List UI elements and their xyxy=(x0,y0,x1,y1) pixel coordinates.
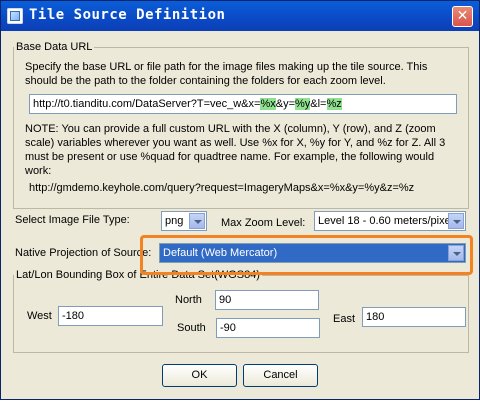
chevron-down-icon[interactable] xyxy=(448,213,464,229)
chevron-down-icon[interactable] xyxy=(189,213,205,229)
cancel-button[interactable]: Cancel xyxy=(243,364,318,387)
base-url-input[interactable]: http://t0.tianditu.com/DataServer?T=vec_… xyxy=(29,94,457,114)
north-input[interactable]: 90 xyxy=(215,290,319,310)
url-part: http://t0.tianditu.com/DataServer?T=vec_… xyxy=(33,98,261,110)
projection-label: Native Projection of Source: xyxy=(15,247,152,259)
url-note: NOTE: You can provide a full custom URL … xyxy=(25,123,446,177)
south-input[interactable]: -90 xyxy=(216,318,320,338)
max-zoom-label: Max Zoom Level: xyxy=(221,217,306,229)
dialog-window: Tile Source Definition ✕ Base Data URL S… xyxy=(0,0,480,400)
url-example: http://gmdemo.keyhole.com/query?request=… xyxy=(29,182,415,194)
highlight-annotation xyxy=(140,235,473,275)
url-z-placeholder: %z xyxy=(326,98,342,110)
max-zoom-value: Level 18 - 0.60 meters/pixe xyxy=(318,215,451,227)
url-part: &l= xyxy=(310,98,327,110)
url-part: &y= xyxy=(275,98,295,110)
app-icon xyxy=(7,8,23,24)
east-label: East xyxy=(333,313,356,325)
window-title: Tile Source Definition xyxy=(29,7,226,23)
west-input[interactable]: -180 xyxy=(58,306,163,326)
close-button[interactable]: ✕ xyxy=(452,6,473,27)
image-file-type-select[interactable]: png xyxy=(161,211,207,231)
url-x-placeholder: %x xyxy=(260,98,276,110)
west-label: West xyxy=(27,310,52,322)
ok-button[interactable]: OK xyxy=(162,364,237,387)
south-label: South xyxy=(177,322,206,334)
max-zoom-select[interactable]: Level 18 - 0.60 meters/pixe xyxy=(314,211,466,231)
east-input[interactable]: 180 xyxy=(362,307,466,327)
image-file-type-value: png xyxy=(165,215,184,227)
title-bar[interactable]: Tile Source Definition ✕ xyxy=(1,1,479,31)
url-y-placeholder: %y xyxy=(295,98,311,110)
image-file-type-label: Select Image File Type: xyxy=(15,214,130,226)
dialog-content: Base Data URL Specify the base URL or fi… xyxy=(1,31,479,401)
close-icon: ✕ xyxy=(456,8,469,24)
base-data-description: Specify the base URL or file path for th… xyxy=(25,61,428,87)
north-label: North xyxy=(175,294,202,306)
base-data-legend: Base Data URL xyxy=(16,41,93,53)
